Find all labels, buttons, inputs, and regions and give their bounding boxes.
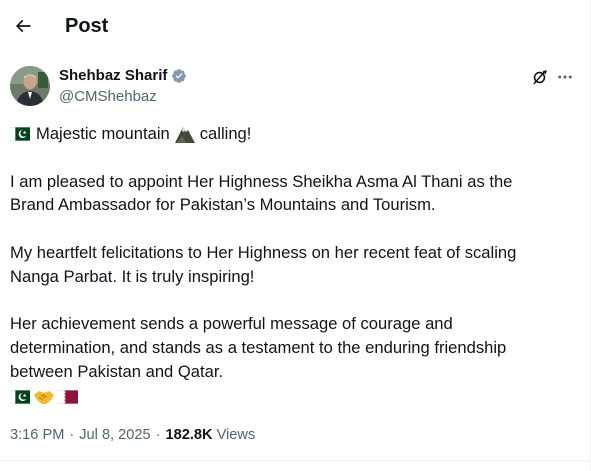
post-date[interactable]: Jul 8, 2025 [79,427,150,443]
grok-button[interactable] [528,66,550,88]
post-time[interactable]: 3:16 PM [10,427,64,443]
avatar[interactable] [10,66,50,106]
post-paragraph-2-line-1: I am pleased to appoint Her Highness She… [10,171,513,191]
post-paragraph-4-line-3: between Pakistan and Qatar. [10,361,224,381]
verified-badge-icon [172,68,187,83]
post-paragraph-4-line-2: determination, and stands as a testament… [10,338,507,358]
post-paragraph-3-line-2: Nanga Parbat. It is truly inspiring! [10,266,255,286]
post-meta: 3:16 PM · Jul 8, 2025 · 182.8K Views [10,427,255,443]
author-name-row: Shehbaz Sharif [59,67,187,84]
post-paragraph-2-line-2: Brand Ambassador for Pakistan’s Mountain… [10,195,436,215]
views-label: Views [216,427,256,443]
post-paragraph-3-line-1: My heartfelt felicitations to Her Highne… [10,242,517,262]
handshake-icon [34,391,54,404]
top-bar: Post [0,0,590,54]
post-line-1-text: Majestic mountain [36,124,170,143]
post-line-1-text-end: calling! [199,124,252,143]
qatar-flag-icon [58,390,78,404]
emoji-row [10,387,78,407]
author-name[interactable]: Shehbaz Sharif [59,67,167,84]
page-title: Post [65,15,109,37]
post-text: Majestic mountain calling! I am pleased … [10,122,580,384]
arrow-left-icon [15,19,31,33]
back-button[interactable] [6,9,40,43]
more-button[interactable] [554,66,576,88]
meta-separator: · [69,427,75,443]
divider [0,460,590,461]
author-handle[interactable]: @CMShehbaz [59,88,157,105]
meta-separator-2: · [155,427,161,443]
pakistan-flag-icon [10,127,30,141]
more-dots-icon [558,75,572,79]
mountain-icon [174,126,195,143]
views-count: 182.8K [165,427,213,443]
post-line-1: Majestic mountain calling! [10,122,580,146]
post-paragraph-4-line-1: Her achievement sends a powerful message… [10,314,453,334]
grok-icon [532,69,547,84]
pakistan-flag-icon [10,390,30,404]
avatar-image [10,66,50,106]
